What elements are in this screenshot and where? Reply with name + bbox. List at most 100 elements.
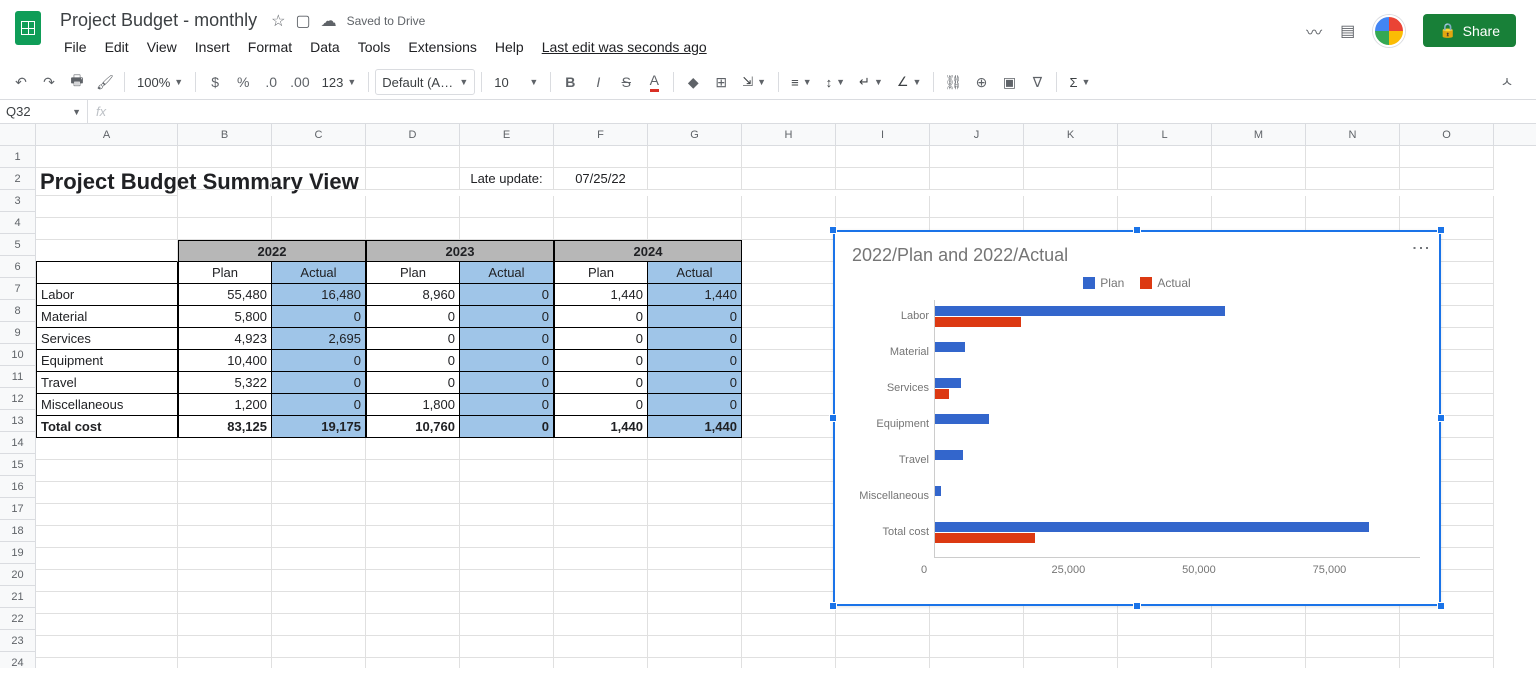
col-G[interactable]: G <box>648 124 742 145</box>
cell[interactable] <box>36 526 178 548</box>
cell[interactable]: 10,760 <box>366 416 460 438</box>
functions-button[interactable]: Σ▼ <box>1063 69 1096 95</box>
cell[interactable]: 0 <box>460 350 554 372</box>
col-F[interactable]: F <box>554 124 648 145</box>
undo-button[interactable]: ↶ <box>8 69 34 95</box>
cell[interactable]: 0 <box>366 372 460 394</box>
cell[interactable]: 0 <box>460 394 554 416</box>
cell[interactable] <box>366 218 460 240</box>
cell[interactable] <box>742 218 836 240</box>
col-N[interactable]: N <box>1306 124 1400 145</box>
cell[interactable] <box>1400 196 1494 218</box>
cell[interactable] <box>648 548 742 570</box>
cell[interactable]: Plan <box>554 262 648 284</box>
cell[interactable]: 1,440 <box>648 416 742 438</box>
cell[interactable] <box>460 592 554 614</box>
cell[interactable] <box>648 658 742 668</box>
cell[interactable]: 0 <box>648 328 742 350</box>
cell[interactable] <box>272 438 366 460</box>
col-A[interactable]: A <box>36 124 178 145</box>
resize-handle[interactable] <box>1437 226 1445 234</box>
cell[interactable] <box>742 438 836 460</box>
cell[interactable] <box>742 196 836 218</box>
cell[interactable] <box>836 196 930 218</box>
row-18[interactable]: 18 <box>0 520 35 542</box>
italic-button[interactable]: I <box>585 69 611 95</box>
cell[interactable] <box>648 636 742 658</box>
sheets-logo[interactable] <box>8 8 48 48</box>
cell[interactable] <box>366 438 460 460</box>
cell[interactable] <box>648 482 742 504</box>
cell[interactable]: 5,800 <box>178 306 272 328</box>
cell[interactable]: 0 <box>366 306 460 328</box>
row-7[interactable]: 7 <box>0 278 35 300</box>
cell[interactable] <box>36 146 178 168</box>
cell[interactable] <box>742 240 836 262</box>
cell[interactable] <box>742 636 836 658</box>
cell[interactable] <box>930 636 1024 658</box>
bold-button[interactable]: B <box>557 69 583 95</box>
cell[interactable] <box>648 196 742 218</box>
cell[interactable] <box>460 146 554 168</box>
cell[interactable] <box>1400 658 1494 668</box>
cell[interactable] <box>178 482 272 504</box>
cell[interactable]: 0 <box>366 328 460 350</box>
cell[interactable] <box>1400 636 1494 658</box>
cell[interactable] <box>178 614 272 636</box>
merge-button[interactable]: ⇲▼ <box>736 69 772 95</box>
cell[interactable]: Material <box>36 306 178 328</box>
cell[interactable]: 0 <box>554 350 648 372</box>
cell[interactable] <box>460 504 554 526</box>
row-13[interactable]: 13 <box>0 410 35 432</box>
strikethrough-button[interactable]: S <box>613 69 639 95</box>
cell[interactable] <box>1024 614 1118 636</box>
cell[interactable] <box>460 658 554 668</box>
filter-button[interactable]: ∇ <box>1024 69 1050 95</box>
cell[interactable] <box>554 636 648 658</box>
last-edit-link[interactable]: Last edit was seconds ago <box>534 35 715 59</box>
cell[interactable] <box>554 526 648 548</box>
cell[interactable]: 0 <box>272 372 366 394</box>
cell[interactable] <box>36 218 178 240</box>
cell[interactable] <box>1212 196 1306 218</box>
cell[interactable] <box>1212 146 1306 168</box>
cell[interactable] <box>648 592 742 614</box>
cell[interactable]: 0 <box>272 306 366 328</box>
cell[interactable] <box>742 168 836 190</box>
cell[interactable] <box>1212 658 1306 668</box>
cell[interactable]: Actual <box>460 262 554 284</box>
resize-handle[interactable] <box>1437 602 1445 610</box>
percent-button[interactable]: % <box>230 69 256 95</box>
cell[interactable] <box>460 196 554 218</box>
cell[interactable]: 0 <box>554 394 648 416</box>
cell[interactable] <box>36 262 178 284</box>
cell[interactable] <box>178 526 272 548</box>
cell[interactable] <box>178 658 272 668</box>
col-L[interactable]: L <box>1118 124 1212 145</box>
cell[interactable] <box>742 306 836 328</box>
cell[interactable] <box>272 146 366 168</box>
resize-handle[interactable] <box>1133 602 1141 610</box>
cell[interactable] <box>460 482 554 504</box>
cell[interactable] <box>930 168 1024 190</box>
col-O[interactable]: O <box>1400 124 1494 145</box>
cell[interactable] <box>272 636 366 658</box>
cell[interactable]: 55,480 <box>178 284 272 306</box>
col-B[interactable]: B <box>178 124 272 145</box>
cell[interactable] <box>1118 146 1212 168</box>
row-24[interactable]: 24 <box>0 652 35 668</box>
cell[interactable] <box>554 592 648 614</box>
account-avatar[interactable] <box>1373 15 1405 47</box>
cell[interactable] <box>648 460 742 482</box>
cell[interactable] <box>554 146 648 168</box>
row-15[interactable]: 15 <box>0 454 35 476</box>
cell[interactable] <box>272 526 366 548</box>
print-button[interactable]: 🖶 <box>64 69 90 95</box>
cell[interactable] <box>648 504 742 526</box>
row-6[interactable]: 6 <box>0 256 35 278</box>
document-title[interactable]: Project Budget - monthly <box>56 8 261 33</box>
cell[interactable]: 10,400 <box>178 350 272 372</box>
chart-embed[interactable]: ⋮ 2022/Plan and 2022/Actual Plan Actual … <box>833 230 1441 606</box>
cell[interactable] <box>36 636 178 658</box>
cell[interactable] <box>272 614 366 636</box>
